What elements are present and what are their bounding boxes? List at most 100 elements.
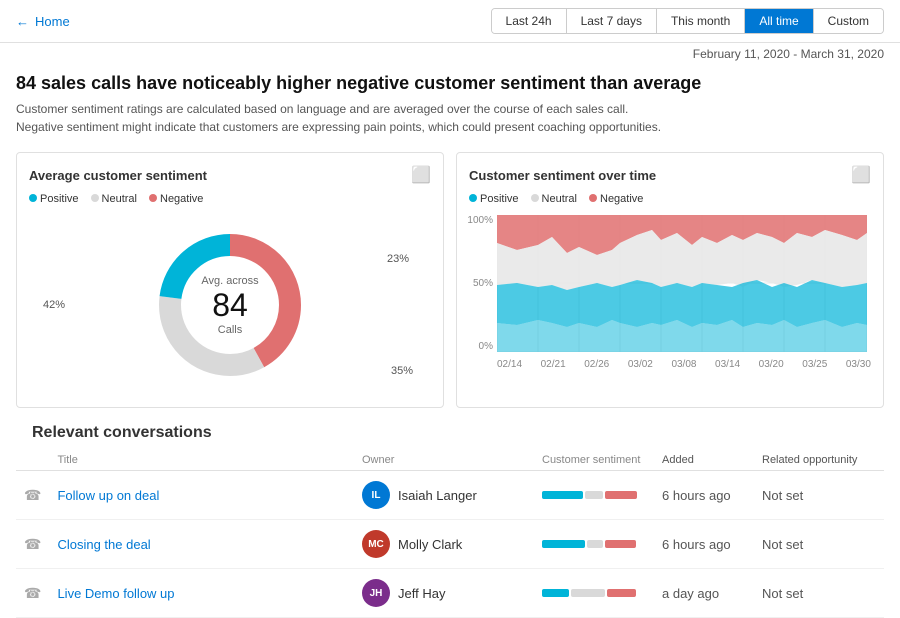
x-label-0302: 03/02 (628, 359, 653, 370)
x-label-0214: 02/14 (497, 359, 522, 370)
y-label-50: 50% (473, 278, 493, 289)
pct-positive-label: 23% (387, 253, 409, 265)
y-label-100: 100% (467, 215, 493, 226)
donut-calls: Calls (201, 324, 258, 336)
table-row: ☎ Closing the deal MC Molly Clark 6 hour… (16, 520, 884, 569)
x-label-0221: 02/21 (541, 359, 566, 370)
time-chart-legend: Positive Neutral Negative (469, 193, 871, 205)
tlegend-neutral: Neutral (531, 193, 577, 205)
filter-last7days[interactable]: Last 7 days (567, 9, 657, 33)
filter-alltime[interactable]: All time (745, 9, 813, 33)
conversations-table: Title Owner Customer sentiment Added Rel… (16, 450, 884, 618)
row-opportunity: Not set (754, 569, 884, 618)
th-icon (16, 450, 49, 471)
row-sentiment (534, 471, 654, 520)
time-chart-title: Customer sentiment over time ⬜ (469, 165, 871, 185)
phone-icon: ☎ (24, 585, 41, 601)
phone-icon-cell: ☎ (16, 471, 49, 520)
donut-center: Avg. across 84 Calls (201, 275, 258, 336)
subtitle: Customer sentiment ratings are calculate… (16, 100, 884, 136)
time-filter-group: Last 24h Last 7 days This month All time… (491, 8, 884, 34)
export-icon[interactable]: ⬜ (411, 165, 431, 185)
area-chart-svg (497, 215, 867, 352)
sentiment-over-time-card: Customer sentiment over time ⬜ Positive … (456, 152, 884, 408)
tlegend-negative: Negative (589, 193, 643, 205)
row-opportunity: Not set (754, 520, 884, 569)
sentiment-bar-negative (607, 589, 636, 597)
th-added: Added (654, 450, 754, 471)
table-row: ☎ Live Demo follow up JH Jeff Hay a day … (16, 569, 884, 618)
y-label-0: 0% (479, 341, 493, 352)
x-label-0308: 03/08 (671, 359, 696, 370)
th-opportunity: Related opportunity (754, 450, 884, 471)
table-row: ☎ Follow up on deal IL Isaiah Langer 6 h… (16, 471, 884, 520)
owner-name: Jeff Hay (398, 586, 445, 601)
phone-icon-cell: ☎ (16, 520, 49, 569)
back-arrow-icon: ← (16, 14, 29, 29)
sentiment-bar-neutral (571, 589, 605, 597)
row-added: 6 hours ago (654, 471, 754, 520)
avg-chart-title: Average customer sentiment ⬜ (29, 165, 431, 185)
owner-name: Molly Clark (398, 537, 462, 552)
filter-last24h[interactable]: Last 24h (492, 9, 567, 33)
row-title[interactable]: Follow up on deal (49, 471, 354, 520)
row-added: a day ago (654, 569, 754, 618)
x-label-0226: 02/26 (584, 359, 609, 370)
row-opportunity: Not set (754, 471, 884, 520)
legend-positive: Positive (29, 193, 79, 205)
x-label-0320: 03/20 (759, 359, 784, 370)
owner-avatar: MC (362, 530, 390, 558)
row-title[interactable]: Live Demo follow up (49, 569, 354, 618)
subtitle-line2: Negative sentiment might indicate that c… (16, 118, 884, 136)
sentiment-bar-negative (605, 540, 636, 548)
subtitle-line1: Customer sentiment ratings are calculate… (16, 100, 884, 118)
row-owner: IL Isaiah Langer (354, 471, 534, 520)
export-icon-2[interactable]: ⬜ (851, 165, 871, 185)
sentiment-bar-positive (542, 589, 569, 597)
page-title: 84 sales calls have noticeably higher ne… (16, 73, 884, 94)
avg-sentiment-card: Average customer sentiment ⬜ Positive Ne… (16, 152, 444, 408)
row-title[interactable]: Closing the deal (49, 520, 354, 569)
row-sentiment (534, 569, 654, 618)
donut-chart: Avg. across 84 Calls 23% 35% 42% (29, 215, 431, 395)
conversations-section: Relevant conversations Title Owner Custo… (0, 420, 900, 618)
row-owner: MC Molly Clark (354, 520, 534, 569)
charts-row: Average customer sentiment ⬜ Positive Ne… (0, 140, 900, 420)
pct-neutral-label: 35% (391, 365, 413, 377)
owner-avatar: JH (362, 579, 390, 607)
pct-negative-label: 42% (43, 299, 65, 311)
legend-neutral: Neutral (91, 193, 137, 205)
date-range: February 11, 2020 - March 31, 2020 (0, 43, 900, 65)
sentiment-bar-neutral (585, 491, 603, 499)
home-link[interactable]: ← Home (16, 14, 70, 29)
main-header: 84 sales calls have noticeably higher ne… (0, 65, 900, 140)
conversations-title: Relevant conversations (16, 420, 884, 450)
x-label-0325: 03/25 (802, 359, 827, 370)
sentiment-bar-positive (542, 491, 583, 499)
sentiment-bar-neutral (587, 540, 603, 548)
tlegend-positive: Positive (469, 193, 519, 205)
sentiment-bar-positive (542, 540, 585, 548)
th-title: Title (49, 450, 354, 471)
row-owner: JH Jeff Hay (354, 569, 534, 618)
home-label: Home (35, 14, 70, 29)
donut-avg-label: Avg. across (201, 275, 258, 287)
filter-custom[interactable]: Custom (814, 9, 883, 33)
x-label-0314: 03/14 (715, 359, 740, 370)
row-sentiment (534, 520, 654, 569)
donut-number: 84 (201, 287, 258, 324)
legend-negative: Negative (149, 193, 203, 205)
phone-icon-cell: ☎ (16, 569, 49, 618)
owner-avatar: IL (362, 481, 390, 509)
th-owner: Owner (354, 450, 534, 471)
th-sentiment: Customer sentiment (534, 450, 654, 471)
avg-chart-legend: Positive Neutral Negative (29, 193, 431, 205)
top-bar: ← Home Last 24h Last 7 days This month A… (0, 0, 900, 43)
sentiment-bar-negative (605, 491, 637, 499)
phone-icon: ☎ (24, 536, 41, 552)
phone-icon: ☎ (24, 487, 41, 503)
area-chart-container: 100% 50% 0% (469, 215, 871, 370)
x-label-0330: 03/30 (846, 359, 871, 370)
owner-name: Isaiah Langer (398, 488, 477, 503)
filter-thismonth[interactable]: This month (657, 9, 745, 33)
